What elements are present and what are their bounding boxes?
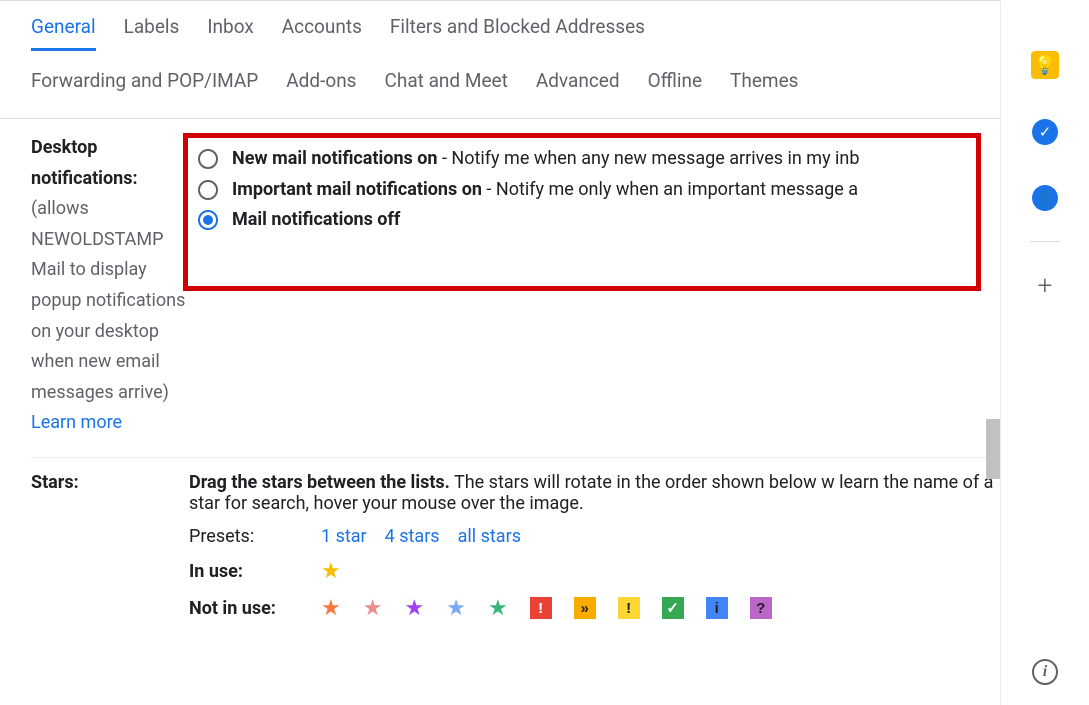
star-square-icon[interactable]: ✓ — [662, 597, 684, 619]
in-use-icons: ★ — [321, 559, 341, 584]
tabs-row-1: General Labels Inbox Accounts Filters an… — [0, 1, 1000, 61]
keep-icon[interactable]: 💡 — [1031, 51, 1059, 79]
not-in-use-icons: ★ ★ ★ ★ ★! »! ✓ i? — [321, 596, 772, 621]
star-icon[interactable]: ★ — [404, 596, 424, 621]
notifications-options: New mail notifications on - Notify me wh… — [189, 133, 1000, 291]
preset-all-stars[interactable]: all stars — [458, 526, 521, 547]
star-icon[interactable]: ★ — [446, 596, 466, 621]
star-square-icon[interactable]: » — [574, 597, 596, 619]
tab-addons[interactable]: Add-ons — [286, 69, 356, 102]
star-square-icon[interactable]: ! — [530, 597, 552, 619]
highlight-box: New mail notifications on - Notify me wh… — [183, 133, 981, 291]
settings-body: Desktop notifications: (allows NEWOLDSTA… — [0, 119, 1000, 639]
radio-important-mail[interactable]: Important mail notifications on - Notify… — [198, 175, 966, 206]
star-icon[interactable]: ★ — [321, 596, 341, 621]
side-panel: 💡 ✓ 👤 + i — [1000, 1, 1089, 705]
stars-label: Stars: — [31, 472, 189, 493]
star-icon[interactable]: ★ — [363, 596, 383, 621]
main-area: General Labels Inbox Accounts Filters an… — [0, 1, 1089, 705]
presets-row: Presets: 1 star 4 stars all stars — [189, 526, 1000, 547]
tab-chat[interactable]: Chat and Meet — [385, 69, 508, 102]
setting-stars: Stars: Drag the stars between the lists.… — [31, 472, 1000, 639]
in-use-row: In use: ★ — [189, 559, 1000, 584]
tab-filters[interactable]: Filters and Blocked Addresses — [390, 15, 645, 51]
preset-1-star[interactable]: 1 star — [321, 526, 367, 547]
notifications-help: (allows NEWOLDSTAMP Mail to display popu… — [31, 194, 189, 408]
presets-label: Presets: — [189, 526, 299, 547]
tab-themes[interactable]: Themes — [730, 69, 798, 102]
radio-icon[interactable] — [198, 210, 218, 230]
contacts-icon[interactable]: 👤 — [1032, 185, 1058, 211]
tab-labels[interactable]: Labels — [124, 15, 180, 51]
info-icon[interactable]: i — [1032, 659, 1058, 685]
preset-4-stars[interactable]: 4 stars — [385, 526, 440, 547]
side-panel-separator — [1030, 241, 1060, 242]
star-square-icon[interactable]: i — [706, 597, 728, 619]
in-use-label: In use: — [189, 561, 299, 582]
tab-general[interactable]: General — [31, 15, 96, 51]
setting-desktop-notifications: Desktop notifications: (allows NEWOLDSTA… — [31, 133, 1000, 458]
not-in-use-label: Not in use: — [189, 598, 299, 619]
radio-label: New mail notifications on - Notify me wh… — [232, 144, 859, 175]
radio-label: Mail notifications off — [232, 205, 400, 236]
stars-desc: Drag the stars between the lists. The st… — [189, 472, 1000, 514]
tab-advanced[interactable]: Advanced — [536, 69, 620, 102]
settings-content: General Labels Inbox Accounts Filters an… — [0, 1, 1000, 705]
radio-icon[interactable] — [198, 149, 218, 169]
stars-content: Drag the stars between the lists. The st… — [189, 472, 1000, 621]
learn-more-link[interactable]: Learn more — [31, 408, 189, 439]
tabs-row-2: Forwarding and POP/IMAP Add-ons Chat and… — [0, 61, 1000, 118]
star-icon[interactable]: ★ — [488, 596, 508, 621]
radio-new-mail[interactable]: New mail notifications on - Notify me wh… — [198, 144, 966, 175]
star-square-icon[interactable]: ? — [750, 597, 772, 619]
tab-accounts[interactable]: Accounts — [282, 15, 362, 51]
radio-mail-off[interactable]: Mail notifications off — [198, 205, 966, 236]
preset-links: 1 star 4 stars all stars — [321, 526, 521, 547]
tab-offline[interactable]: Offline — [648, 69, 702, 102]
star-icon[interactable]: ★ — [321, 559, 341, 584]
tasks-icon[interactable]: ✓ — [1032, 119, 1058, 145]
scrollbar-thumb[interactable] — [986, 419, 1000, 479]
notifications-label-col: Desktop notifications: (allows NEWOLDSTA… — [31, 133, 189, 439]
notifications-title: Desktop notifications: — [31, 133, 189, 194]
not-in-use-row: Not in use: ★ ★ ★ ★ ★! »! ✓ i? — [189, 596, 1000, 621]
tab-inbox[interactable]: Inbox — [207, 15, 253, 51]
tab-forwarding[interactable]: Forwarding and POP/IMAP — [31, 69, 258, 102]
add-addon-icon[interactable]: + — [1031, 272, 1059, 300]
radio-label: Important mail notifications on - Notify… — [232, 175, 858, 206]
star-square-icon[interactable]: ! — [618, 597, 640, 619]
radio-icon[interactable] — [198, 180, 218, 200]
